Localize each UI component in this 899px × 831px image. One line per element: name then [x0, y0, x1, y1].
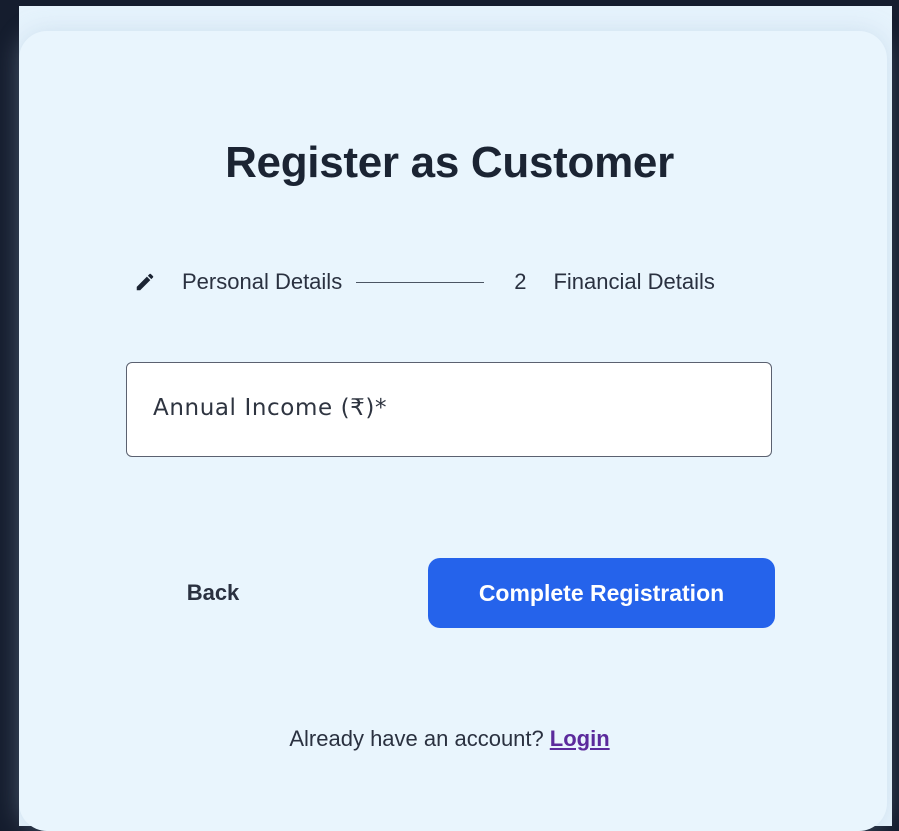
- login-link[interactable]: Login: [550, 726, 610, 751]
- page-title: Register as Customer: [225, 138, 674, 187]
- login-prompt-text: Already have an account?: [289, 726, 544, 751]
- step-financial-details-label: Financial Details: [553, 269, 715, 294]
- annual-income-field[interactable]: Annual Income (₹)*: [126, 362, 772, 457]
- step-personal-details-label: Personal Details: [182, 269, 343, 294]
- stepper: Personal Details 2 Financial Details: [134, 266, 715, 298]
- login-prompt: Already have an account? Login: [0, 726, 899, 752]
- step-2-number: 2: [514, 269, 527, 294]
- complete-registration-button[interactable]: Complete Registration: [428, 558, 775, 628]
- annual-income-label: Annual Income (₹)*: [153, 395, 388, 421]
- back-button[interactable]: Back: [140, 558, 286, 628]
- step-connector: [356, 281, 485, 283]
- pencil-icon: [134, 271, 156, 293]
